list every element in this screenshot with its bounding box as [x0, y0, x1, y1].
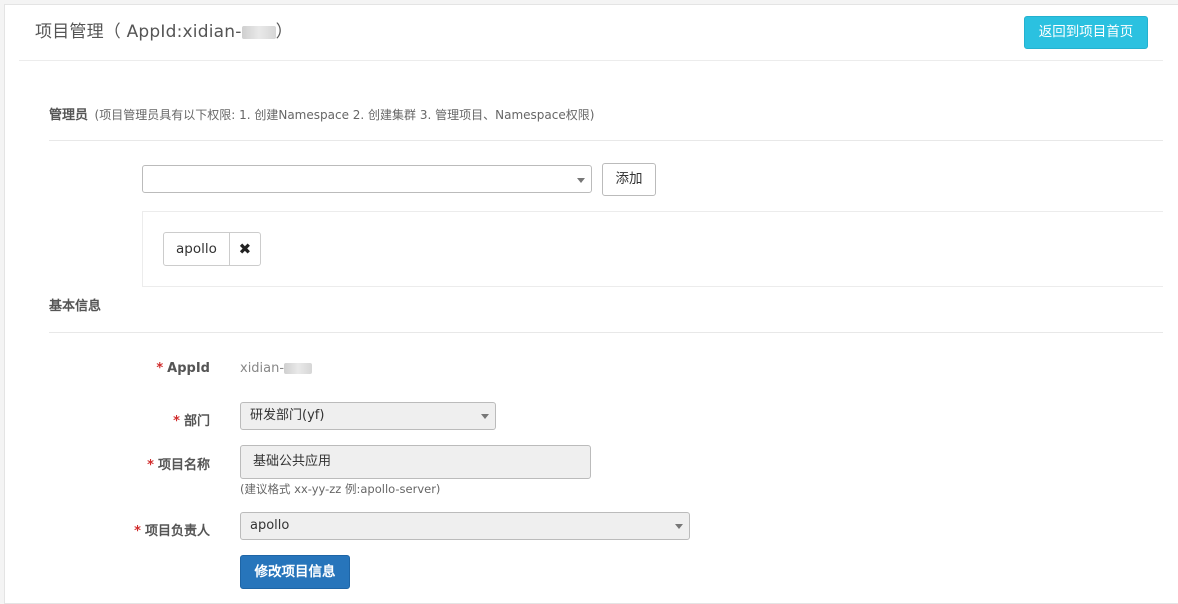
appid-value-text: xidian-	[240, 361, 285, 376]
owner-label-text: 项目负责人	[144, 524, 210, 539]
required-mark: *	[147, 458, 154, 473]
required-mark: *	[134, 524, 141, 539]
owner-label: * 项目负责人	[105, 520, 210, 539]
department-label: * 部门	[125, 410, 210, 429]
project-management-panel: 项目管理（ AppId:xidian- ） 返回到项目首页 管理员 (项目管理员具…	[4, 4, 1178, 604]
admins-title: 管理员	[49, 108, 89, 123]
update-project-info-button[interactable]: 修改项目信息	[240, 555, 350, 589]
basic-info-divider	[49, 332, 1163, 333]
admins-permission-note: (项目管理员具有以下权限: 1. 创建Namespace 2. 创建集群 3. …	[94, 108, 595, 122]
chevron-down-icon	[577, 178, 585, 183]
department-label-text: 部门	[183, 414, 210, 429]
redacted-appid-value-blur	[284, 363, 313, 374]
page-title-prefix: 项目管理（ AppId:xidian-	[35, 22, 242, 42]
admins-divider	[49, 140, 1163, 141]
project-name-label: * 项目名称	[125, 454, 210, 473]
add-admin-button[interactable]: 添加	[602, 163, 656, 196]
project-name-label-text: 项目名称	[157, 458, 210, 473]
header-divider	[19, 60, 1163, 61]
basic-info-section-title: 基本信息	[49, 299, 102, 314]
owner-select[interactable]: apollo	[240, 512, 690, 540]
admin-tag-apollo: apollo ✖	[163, 232, 261, 266]
remove-admin-close-icon[interactable]: ✖	[230, 233, 260, 265]
admin-user-select[interactable]	[142, 165, 592, 193]
project-name-input-value: 基础公共应用	[253, 454, 332, 469]
appid-label: * AppId	[125, 361, 210, 376]
appid-value: xidian-	[240, 361, 313, 376]
project-name-input[interactable]: 基础公共应用	[240, 445, 591, 479]
page-title: 项目管理（ AppId:xidian- ）	[35, 17, 293, 42]
required-mark: *	[173, 414, 180, 429]
required-mark: *	[156, 361, 164, 376]
department-select[interactable]: 研发部门(yf)	[240, 402, 496, 430]
back-to-project-home-button[interactable]: 返回到项目首页	[1024, 16, 1148, 49]
admin-list: apollo ✖	[142, 211, 1163, 287]
owner-select-value: apollo	[250, 518, 290, 533]
appid-label-text: AppId	[167, 361, 210, 376]
chevron-down-icon	[481, 414, 489, 419]
redacted-appid-blur	[241, 25, 276, 39]
page-title-suffix: ）	[275, 22, 293, 42]
admin-tag-name: apollo	[164, 233, 230, 265]
project-name-hint: (建议格式 xx-yy-zz 例:apollo-server)	[240, 482, 441, 496]
admins-section-title: 管理员 (项目管理员具有以下权限: 1. 创建Namespace 2. 创建集群…	[49, 104, 594, 123]
chevron-down-icon	[675, 524, 683, 529]
page-header: 项目管理（ AppId:xidian- ） 返回到项目首页	[5, 5, 1178, 61]
department-select-value: 研发部门(yf)	[250, 408, 325, 423]
